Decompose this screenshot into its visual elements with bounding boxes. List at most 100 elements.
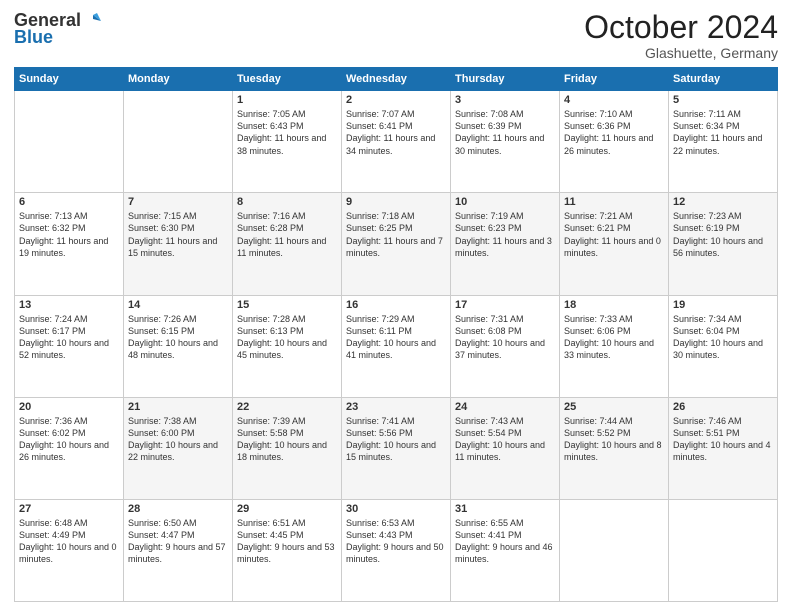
calendar-cell <box>669 499 778 601</box>
day-number: 15 <box>237 299 337 311</box>
calendar-cell: 15 Sunrise: 7:28 AMSunset: 6:13 PMDayligh… <box>233 295 342 397</box>
calendar-cell: 5Sunrise: 7:11 AMSunset: 6:34 PMDaylight… <box>669 91 778 193</box>
cell-content: Sunrise: 7:28 AMSunset: 6:13 PMDaylight:… <box>237 313 337 362</box>
calendar-cell: 10 Sunrise: 7:19 AMSunset: 6:23 PMDayligh… <box>451 193 560 295</box>
day-number: 29 <box>237 503 337 515</box>
cell-content: Sunrise: 7:10 AMSunset: 6:36 PMDaylight:… <box>564 108 664 157</box>
day-number: 10 <box>455 196 555 208</box>
cell-content: Sunrise: 7:05 AMSunset: 6:43 PMDaylight:… <box>237 108 337 157</box>
day-number: 13 <box>19 299 119 311</box>
calendar-cell: 18Sunrise: 7:33 AMSunset: 6:06 PMDayligh… <box>560 295 669 397</box>
day-number: 21 <box>128 401 228 413</box>
cell-content: Sunrise: 7:38 AMSunset: 6:00 PMDaylight:… <box>128 415 228 464</box>
calendar-cell: 31 Sunrise: 6:55 AMSunset: 4:41 PMDayligh… <box>451 499 560 601</box>
cell-content: Sunrise: 7:46 AMSunset: 5:51 PMDaylight:… <box>673 415 773 464</box>
cell-content: Sunrise: 7:19 AMSunset: 6:23 PMDaylight:… <box>455 210 555 259</box>
calendar-cell: 14Sunrise: 7:26 AMSunset: 6:15 PMDayligh… <box>124 295 233 397</box>
day-number: 28 <box>128 503 228 515</box>
weekday-wednesday: Wednesday <box>342 68 451 91</box>
weekday-sunday: Sunday <box>15 68 124 91</box>
weekday-monday: Monday <box>124 68 233 91</box>
month-title: October 2024 <box>584 10 778 45</box>
day-number: 11 <box>564 196 664 208</box>
cell-content: Sunrise: 7:29 AMSunset: 6:11 PMDaylight:… <box>346 313 446 362</box>
calendar-cell: 19Sunrise: 7:34 AMSunset: 6:04 PMDayligh… <box>669 295 778 397</box>
calendar-cell: 23 Sunrise: 7:41 AMSunset: 5:56 PMDayligh… <box>342 397 451 499</box>
cell-content: Sunrise: 7:16 AMSunset: 6:28 PMDaylight:… <box>237 210 337 259</box>
calendar-row-2: 6 Sunrise: 7:13 AMSunset: 6:32 PMDaylight… <box>15 193 778 295</box>
cell-content: Sunrise: 7:23 AMSunset: 6:19 PMDaylight:… <box>673 210 773 259</box>
calendar-cell: 16 Sunrise: 7:29 AMSunset: 6:11 PMDayligh… <box>342 295 451 397</box>
day-number: 23 <box>346 401 446 413</box>
calendar-cell: 27 Sunrise: 6:48 AMSunset: 4:49 PMDayligh… <box>15 499 124 601</box>
calendar-cell: 20 Sunrise: 7:36 AMSunset: 6:02 PMDayligh… <box>15 397 124 499</box>
cell-content: Sunrise: 7:08 AMSunset: 6:39 PMDaylight:… <box>455 108 555 157</box>
cell-content: Sunrise: 7:44 AMSunset: 5:52 PMDaylight:… <box>564 415 664 464</box>
calendar-cell: 30 Sunrise: 6:53 AMSunset: 4:43 PMDayligh… <box>342 499 451 601</box>
cell-content: Sunrise: 7:07 AMSunset: 6:41 PMDaylight:… <box>346 108 446 157</box>
calendar-cell: 26 Sunrise: 7:46 AMSunset: 5:51 PMDayligh… <box>669 397 778 499</box>
calendar-cell: 29 Sunrise: 6:51 AMSunset: 4:45 PMDayligh… <box>233 499 342 601</box>
cell-content: Sunrise: 6:55 AMSunset: 4:41 PMDaylight:… <box>455 517 555 566</box>
weekday-tuesday: Tuesday <box>233 68 342 91</box>
calendar-cell: 6 Sunrise: 7:13 AMSunset: 6:32 PMDaylight… <box>15 193 124 295</box>
calendar-row-4: 20 Sunrise: 7:36 AMSunset: 6:02 PMDayligh… <box>15 397 778 499</box>
calendar-cell: 25Sunrise: 7:44 AMSunset: 5:52 PMDayligh… <box>560 397 669 499</box>
cell-content: Sunrise: 7:21 AMSunset: 6:21 PMDaylight:… <box>564 210 664 259</box>
calendar-cell <box>124 91 233 193</box>
calendar-cell: 1Sunrise: 7:05 AMSunset: 6:43 PMDaylight… <box>233 91 342 193</box>
cell-content: Sunrise: 7:11 AMSunset: 6:34 PMDaylight:… <box>673 108 773 157</box>
day-number: 4 <box>564 94 664 106</box>
day-number: 31 <box>455 503 555 515</box>
day-number: 12 <box>673 196 773 208</box>
day-number: 18 <box>564 299 664 311</box>
calendar-cell: 22 Sunrise: 7:39 AMSunset: 5:58 PMDayligh… <box>233 397 342 499</box>
weekday-header-row: SundayMondayTuesdayWednesdayThursdayFrid… <box>15 68 778 91</box>
logo-bird-icon <box>83 11 103 31</box>
title-block: October 2024 Glashuette, Germany <box>584 10 778 61</box>
day-number: 8 <box>237 196 337 208</box>
cell-content: Sunrise: 7:36 AMSunset: 6:02 PMDaylight:… <box>19 415 119 464</box>
day-number: 24 <box>455 401 555 413</box>
calendar-cell: 4 Sunrise: 7:10 AMSunset: 6:36 PMDaylight… <box>560 91 669 193</box>
calendar-table: SundayMondayTuesdayWednesdayThursdayFrid… <box>14 67 778 602</box>
logo-text-blue: Blue <box>14 27 53 48</box>
day-number: 20 <box>19 401 119 413</box>
day-number: 9 <box>346 196 446 208</box>
calendar-row-1: 1Sunrise: 7:05 AMSunset: 6:43 PMDaylight… <box>15 91 778 193</box>
calendar-cell <box>560 499 669 601</box>
day-number: 7 <box>128 196 228 208</box>
calendar-cell: 13Sunrise: 7:24 AMSunset: 6:17 PMDayligh… <box>15 295 124 397</box>
day-number: 16 <box>346 299 446 311</box>
cell-content: Sunrise: 7:41 AMSunset: 5:56 PMDaylight:… <box>346 415 446 464</box>
calendar-cell: 12 Sunrise: 7:23 AMSunset: 6:19 PMDayligh… <box>669 193 778 295</box>
logo: General Blue <box>14 10 103 48</box>
calendar-cell: 21 Sunrise: 7:38 AMSunset: 6:00 PMDayligh… <box>124 397 233 499</box>
cell-content: Sunrise: 7:15 AMSunset: 6:30 PMDaylight:… <box>128 210 228 259</box>
calendar-row-3: 13Sunrise: 7:24 AMSunset: 6:17 PMDayligh… <box>15 295 778 397</box>
day-number: 2 <box>346 94 446 106</box>
day-number: 3 <box>455 94 555 106</box>
day-number: 22 <box>237 401 337 413</box>
calendar-cell: 24 Sunrise: 7:43 AMSunset: 5:54 PMDayligh… <box>451 397 560 499</box>
calendar-cell: 9Sunrise: 7:18 AMSunset: 6:25 PMDaylight… <box>342 193 451 295</box>
cell-content: Sunrise: 7:39 AMSunset: 5:58 PMDaylight:… <box>237 415 337 464</box>
cell-content: Sunrise: 6:51 AMSunset: 4:45 PMDaylight:… <box>237 517 337 566</box>
cell-content: Sunrise: 6:48 AMSunset: 4:49 PMDaylight:… <box>19 517 119 566</box>
calendar-cell: 8 Sunrise: 7:16 AMSunset: 6:28 PMDaylight… <box>233 193 342 295</box>
calendar-cell: 2 Sunrise: 7:07 AMSunset: 6:41 PMDaylight… <box>342 91 451 193</box>
cell-content: Sunrise: 6:53 AMSunset: 4:43 PMDaylight:… <box>346 517 446 566</box>
calendar-cell: 17Sunrise: 7:31 AMSunset: 6:08 PMDayligh… <box>451 295 560 397</box>
day-number: 27 <box>19 503 119 515</box>
cell-content: Sunrise: 7:13 AMSunset: 6:32 PMDaylight:… <box>19 210 119 259</box>
calendar-cell: 3 Sunrise: 7:08 AMSunset: 6:39 PMDaylight… <box>451 91 560 193</box>
calendar-cell: 11 Sunrise: 7:21 AMSunset: 6:21 PMDayligh… <box>560 193 669 295</box>
cell-content: Sunrise: 7:34 AMSunset: 6:04 PMDaylight:… <box>673 313 773 362</box>
day-number: 30 <box>346 503 446 515</box>
day-number: 26 <box>673 401 773 413</box>
cell-content: Sunrise: 7:26 AMSunset: 6:15 PMDaylight:… <box>128 313 228 362</box>
day-number: 6 <box>19 196 119 208</box>
cell-content: Sunrise: 7:43 AMSunset: 5:54 PMDaylight:… <box>455 415 555 464</box>
weekday-thursday: Thursday <box>451 68 560 91</box>
header: General Blue October 2024 Glashuette, Ge… <box>14 10 778 61</box>
